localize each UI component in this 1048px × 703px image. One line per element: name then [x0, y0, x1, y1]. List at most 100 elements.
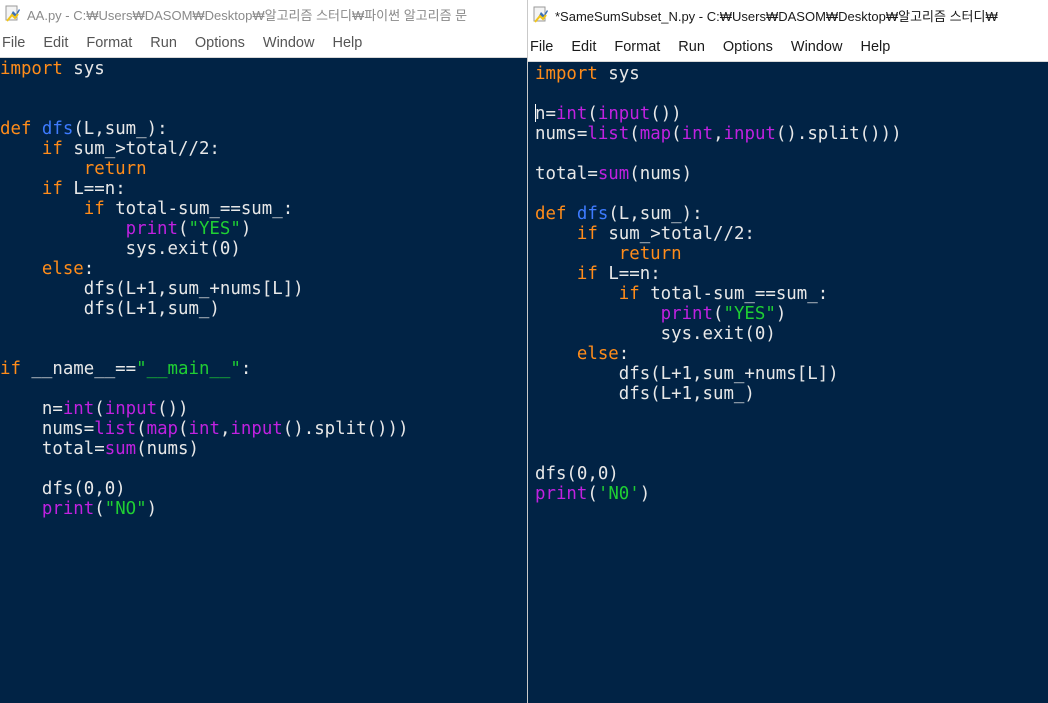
left-code-editor[interactable]: import sys def dfs(L,sum_): if sum_>tota… — [0, 58, 527, 703]
right-code-line — [535, 424, 902, 444]
right-menu-run[interactable]: Run — [669, 39, 714, 55]
code-token: : — [618, 344, 630, 364]
code-token: ( — [629, 124, 640, 144]
left-menu-edit[interactable]: Edit — [34, 35, 77, 51]
code-token: sum_>total//2: — [597, 224, 755, 244]
code-token: , — [219, 419, 231, 439]
left-menu-window[interactable]: Window — [254, 35, 324, 51]
right-menu-window[interactable]: Window — [782, 39, 852, 55]
right-idle-window: *SameSumSubset_N.py - C:₩Users₩DASOM₩Des… — [527, 0, 1048, 703]
left-code-line — [0, 459, 408, 479]
code-token: dfs — [41, 119, 74, 139]
code-token: sum — [104, 439, 137, 459]
code-token: if — [618, 284, 640, 304]
left-code-line — [0, 379, 408, 399]
code-token: ( — [178, 419, 189, 439]
right-title-bar[interactable]: *SameSumSubset_N.py - C:₩Users₩DASOM₩Des… — [528, 0, 1048, 30]
code-token: int — [188, 419, 220, 439]
code-token: ( — [94, 499, 105, 519]
code-token: : — [83, 259, 95, 279]
code-token: ( — [587, 104, 598, 124]
code-token: total= — [535, 164, 598, 184]
left-code-line: sys.exit(0) — [0, 239, 408, 259]
code-token: else — [576, 344, 619, 364]
code-token: ().split())) — [282, 419, 409, 439]
left-code-line: nums=list(map(int,input().split())) — [0, 419, 409, 439]
code-token: 'N0' — [597, 484, 640, 504]
code-token: ) — [146, 499, 158, 519]
right-code-line: n=int(input()) — [535, 104, 902, 124]
right-code-line — [535, 84, 902, 104]
code-token: input — [723, 124, 776, 144]
code-token: ( — [136, 419, 147, 439]
right-code-line: return — [535, 244, 902, 264]
code-token: int — [555, 104, 588, 124]
code-token: sys.exit(0) — [535, 324, 776, 344]
right-window-title: *SameSumSubset_N.py - C:₩Users₩DASOM₩Des… — [555, 8, 998, 24]
left-code-line: dfs(L+1,sum_+nums[L]) — [0, 279, 408, 299]
code-token: total-sum_==sum_: — [104, 199, 294, 219]
right-menu-options[interactable]: Options — [714, 39, 782, 55]
code-token: if — [83, 199, 105, 219]
left-menu-help[interactable]: Help — [323, 35, 371, 51]
code-token: __name__== — [20, 359, 137, 379]
left-code-line: else: — [0, 259, 408, 279]
python-file-icon — [5, 5, 20, 22]
left-code-line: return — [0, 159, 408, 179]
code-token: sum — [597, 164, 630, 184]
code-token: input — [104, 399, 158, 419]
right-menu-file[interactable]: File — [528, 39, 562, 55]
left-code-line: print("NO") — [0, 499, 408, 519]
left-title-bar[interactable]: AA.py - C:₩Users₩DASOM₩Desktop₩알고리즘 스터디₩… — [0, 0, 527, 28]
left-menu-options[interactable]: Options — [186, 35, 254, 51]
code-token: "YES" — [723, 304, 776, 324]
left-menu-file[interactable]: File — [0, 35, 34, 51]
right-code-text[interactable]: import sys n=int(input()) nums=list(map(i… — [535, 64, 902, 504]
code-token: if — [576, 264, 598, 284]
right-menu-format[interactable]: Format — [605, 39, 669, 55]
left-menu-bar: File Edit Format Run Options Window Help — [0, 28, 527, 58]
left-code-text[interactable]: import sys def dfs(L,sum_): if sum_>tota… — [0, 59, 408, 519]
code-token: (L,sum_): — [73, 119, 168, 139]
code-token: dfs(L+1,sum_+nums[L]) — [0, 279, 304, 299]
right-code-line: print("YES") — [535, 304, 902, 324]
code-token: else — [41, 259, 84, 279]
right-menu-edit[interactable]: Edit — [562, 39, 605, 55]
left-menu-format[interactable]: Format — [77, 35, 141, 51]
right-code-line — [535, 404, 902, 424]
left-code-line — [0, 99, 408, 119]
code-token: input — [597, 104, 651, 124]
code-token: return — [618, 244, 682, 264]
left-menu-run[interactable]: Run — [141, 35, 186, 51]
right-code-line: import sys — [535, 64, 902, 84]
left-code-line: if __name__=="__main__": — [0, 359, 408, 379]
code-token: print — [660, 304, 713, 324]
code-token: (L,sum_): — [608, 204, 703, 224]
code-token: if — [0, 359, 21, 379]
code-token: sys.exit(0) — [0, 239, 241, 259]
code-token: def — [535, 204, 577, 224]
right-code-editor[interactable]: import sys n=int(input()) nums=list(map(i… — [528, 62, 1048, 703]
left-code-line — [0, 79, 408, 99]
right-code-line: nums=list(map(int,input().split())) — [535, 124, 902, 144]
right-code-line: if sum_>total//2: — [535, 224, 902, 244]
left-code-line: import sys — [0, 59, 408, 79]
left-code-line: dfs(L+1,sum_) — [0, 299, 408, 319]
right-menu-help[interactable]: Help — [851, 39, 899, 55]
left-code-line: print("YES") — [0, 219, 408, 239]
code-token: int — [62, 399, 95, 419]
code-token: list — [94, 419, 137, 439]
code-token: "NO" — [104, 499, 147, 519]
code-token: "__main__" — [136, 359, 241, 379]
code-token: map — [146, 419, 179, 439]
code-token: def — [0, 119, 42, 139]
left-code-line: if sum_>total//2: — [0, 139, 408, 159]
code-token: total= — [0, 439, 105, 459]
